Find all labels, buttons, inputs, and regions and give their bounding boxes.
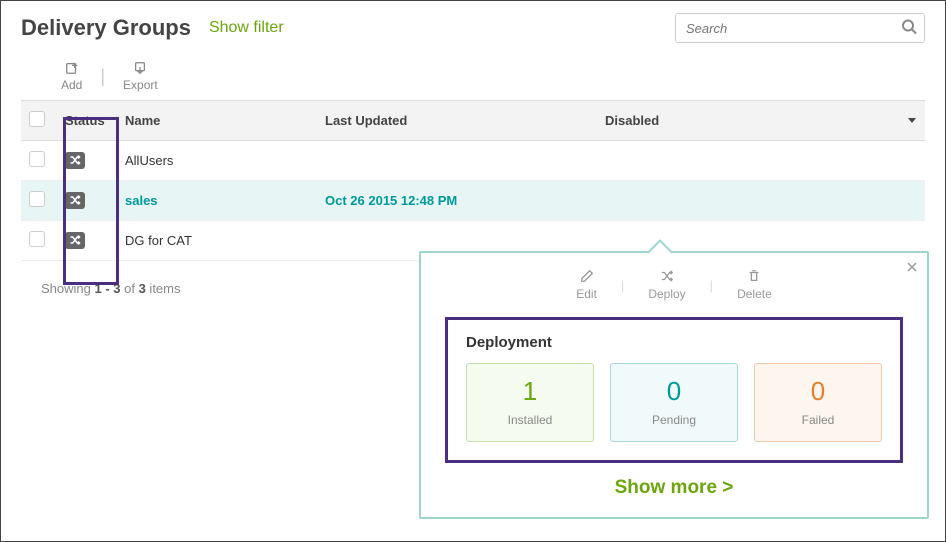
shuffle-icon [660,269,674,283]
search-icon[interactable] [901,19,917,38]
shuffle-icon [65,232,85,249]
delete-button[interactable]: Delete [737,269,772,301]
toolbar-separator: | [710,278,713,293]
row-checkbox[interactable] [29,191,45,207]
stat-pending-label: Pending [611,413,737,427]
export-icon [132,61,148,75]
show-filter-link[interactable]: Show filter [209,19,284,37]
row-name: DG for CAT [117,221,317,261]
stat-failed-count: 0 [755,376,881,407]
column-last-updated[interactable]: Last Updated [317,101,597,141]
toolbar-separator: | [100,66,105,87]
export-label: Export [123,78,158,92]
stat-pending-count: 0 [611,376,737,407]
row-name: sales [117,181,317,221]
table-row[interactable]: sales Oct 26 2015 12:48 PM [21,181,925,221]
add-icon [64,61,80,75]
deployment-title: Deployment [466,334,882,351]
chevron-down-icon [907,115,917,125]
row-last-updated: Oct 26 2015 12:48 PM [317,181,597,221]
page-title: Delivery Groups [21,15,191,41]
add-button[interactable]: Add [61,61,82,92]
pencil-icon [580,269,594,283]
close-icon [907,262,917,272]
select-all-checkbox[interactable] [29,111,45,127]
stat-failed-label: Failed [755,413,881,427]
add-label: Add [61,78,82,92]
detail-panel: Edit | Deploy | Delete Deployment 1 Inst… [419,251,929,519]
shuffle-icon [65,192,85,209]
shuffle-icon [65,152,85,169]
stat-installed-label: Installed [467,413,593,427]
search-input[interactable] [675,13,925,43]
row-name: AllUsers [117,141,317,181]
stat-failed[interactable]: 0 Failed [754,363,882,442]
trash-icon [747,269,761,283]
stat-installed[interactable]: 1 Installed [466,363,594,442]
row-checkbox[interactable] [29,151,45,167]
deployment-section: Deployment 1 Installed 0 Pending 0 Faile… [445,317,903,463]
table-row[interactable]: AllUsers [21,141,925,181]
delivery-groups-table: Status Name Last Updated Disabled AllUse… [21,100,925,261]
column-name[interactable]: Name [117,101,317,141]
column-status[interactable]: Status [57,101,117,141]
stat-installed-count: 1 [467,376,593,407]
close-button[interactable] [907,261,917,275]
column-picker[interactable] [899,101,925,141]
edit-button[interactable]: Edit [576,269,597,301]
export-button[interactable]: Export [123,61,158,92]
stat-pending[interactable]: 0 Pending [610,363,738,442]
row-last-updated [317,141,597,181]
deploy-button[interactable]: Deploy [648,269,685,301]
column-disabled[interactable]: Disabled [597,101,899,141]
row-checkbox[interactable] [29,231,45,247]
show-more-link[interactable]: Show more > [445,477,903,499]
toolbar-separator: | [621,278,624,293]
